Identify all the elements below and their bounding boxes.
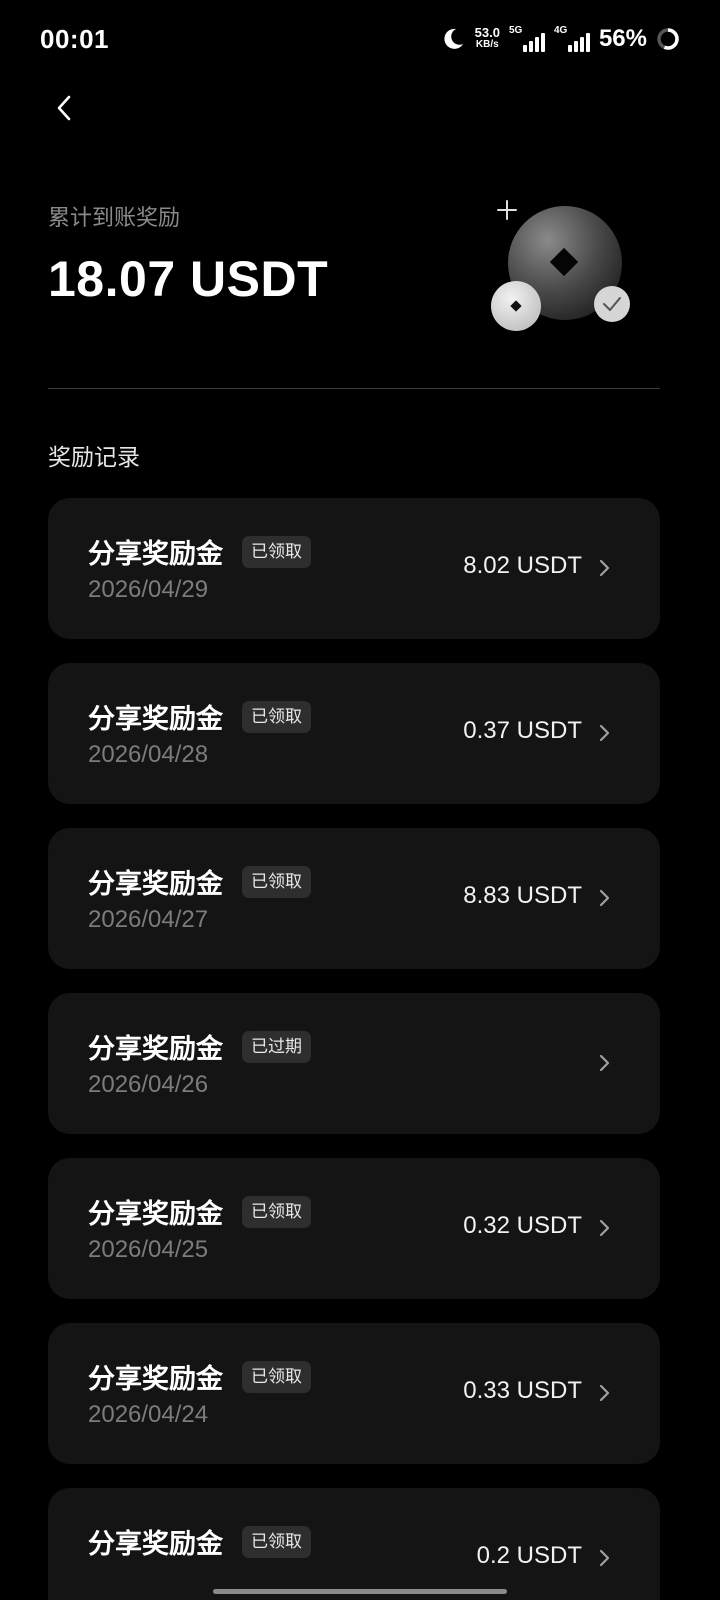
record-amount: 0.37 USDT [463, 717, 582, 744]
reward-record-item[interactable]: 分享奖励金 已领取 2026/04/27 8.83 USDT [48, 828, 660, 969]
chevron-right-icon [599, 1054, 610, 1072]
sim2-type: 4G [553, 25, 568, 36]
status-badge: 已领取 [242, 866, 311, 898]
signal-sim2-icon: 4G [554, 26, 590, 52]
record-date: 2026/04/25 [88, 1236, 209, 1263]
record-date: 2026/04/28 [88, 741, 209, 768]
record-name: 分享奖励金 [88, 704, 223, 734]
chevron-right-icon [599, 559, 610, 577]
record-name: 分享奖励金 [88, 1529, 223, 1559]
status-badge: 已领取 [242, 536, 311, 568]
record-name: 分享奖励金 [88, 1199, 223, 1229]
record-amount: 0.2 USDT [476, 1542, 582, 1569]
record-name: 分享奖励金 [88, 539, 223, 569]
divider [48, 388, 660, 389]
record-date: 2026/04/24 [88, 1401, 209, 1428]
record-name: 分享奖励金 [88, 1364, 223, 1394]
record-date: 2026/04/29 [88, 576, 209, 603]
chevron-right-icon [599, 724, 610, 742]
back-button[interactable] [44, 88, 84, 128]
reward-record-list: 分享奖励金 已领取 2026/04/29 8.02 USDT 分享奖励金 已领取… [48, 498, 660, 1600]
record-amount: 0.33 USDT [463, 1377, 582, 1404]
reward-record-item[interactable]: 分享奖励金 已领取 2026/04/24 0.33 USDT [48, 1323, 660, 1464]
status-indicators: 53.0 KB/s 5G 4G 56% [440, 22, 680, 56]
chevron-right-icon [599, 889, 610, 907]
status-bar: 00:01 53.0 KB/s 5G 4G 56% [0, 0, 720, 80]
status-badge: 已领取 [242, 1361, 311, 1393]
moon-icon [444, 28, 463, 49]
reward-record-item[interactable]: 分享奖励金 已领取 0.2 USDT [48, 1488, 660, 1600]
home-indicator[interactable] [213, 1589, 507, 1594]
status-badge: 已领取 [242, 1196, 311, 1228]
record-amount: 8.02 USDT [463, 552, 582, 579]
record-date: 2026/04/27 [88, 906, 209, 933]
status-badge: 已领取 [242, 1526, 311, 1558]
chevron-left-icon [57, 95, 71, 121]
battery-ring-icon [657, 28, 679, 50]
record-name: 分享奖励金 [88, 869, 223, 899]
reward-record-item[interactable]: 分享奖励金 已领取 2026/04/28 0.37 USDT [48, 663, 660, 804]
network-speed-unit: KB/s [475, 39, 499, 50]
reward-record-item[interactable]: 分享奖励金 已领取 2026/04/25 0.32 USDT [48, 1158, 660, 1299]
record-date: 2026/04/26 [88, 1071, 209, 1098]
record-name: 分享奖励金 [88, 1034, 223, 1064]
chevron-right-icon [599, 1384, 610, 1402]
section-title: 奖励记录 [48, 444, 140, 470]
total-reward-amount: 18.07 USDT [48, 251, 329, 307]
record-amount: 8.83 USDT [463, 882, 582, 909]
chevron-right-icon [599, 1219, 610, 1237]
status-time: 00:01 [40, 24, 109, 54]
coin-illustration [491, 200, 630, 331]
network-speed: 53.0 KB/s [474, 25, 500, 51]
reward-record-item[interactable]: 分享奖励金 已过期 2026/04/26 [48, 993, 660, 1134]
battery-percent: 56% [598, 25, 647, 52]
chevron-right-icon [599, 1549, 610, 1567]
reward-record-item[interactable]: 分享奖励金 已领取 2026/04/29 8.02 USDT [48, 498, 660, 639]
sim1-type: 5G [508, 25, 523, 36]
status-badge: 已领取 [242, 701, 311, 733]
record-amount: 0.32 USDT [463, 1212, 582, 1239]
total-reward-label: 累计到账奖励 [48, 205, 181, 230]
reward-history-screen: 00:01 53.0 KB/s 5G 4G 56% 累计到账奖励 18.07 U… [0, 0, 720, 1600]
status-badge: 已过期 [242, 1031, 311, 1063]
signal-sim1-icon: 5G [509, 26, 545, 52]
network-speed-value: 53.0 [474, 25, 500, 40]
